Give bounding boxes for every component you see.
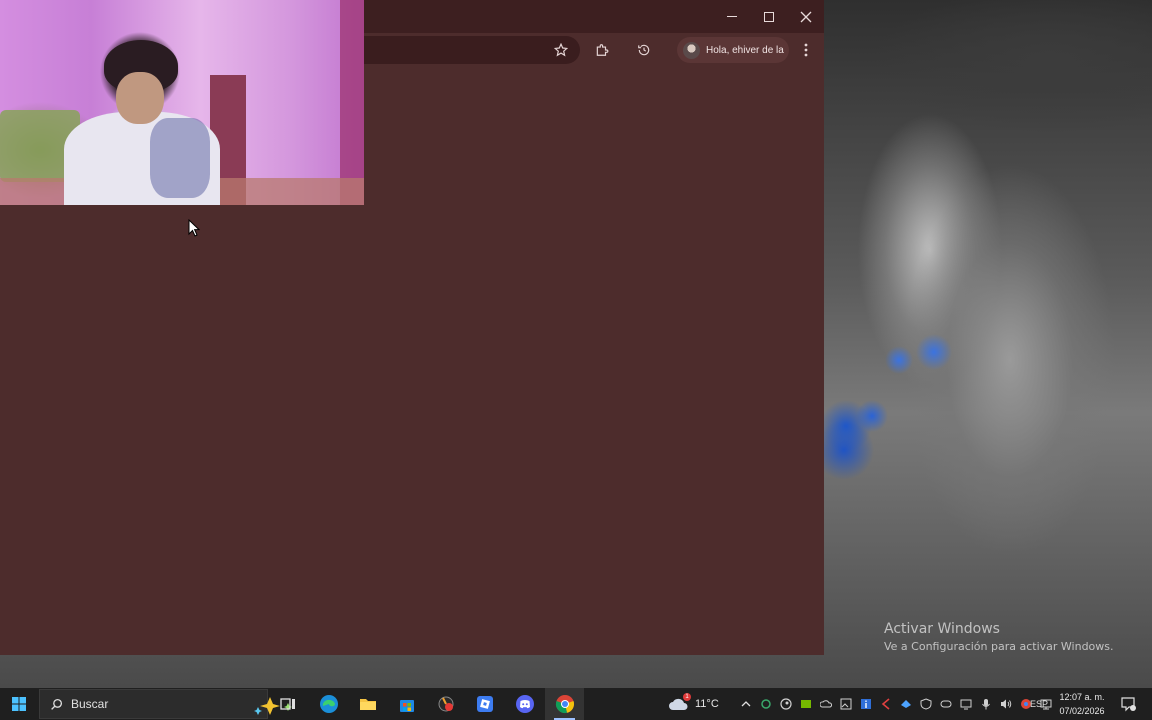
microphone-button[interactable] [978, 696, 994, 712]
tray-app-2[interactable] [778, 696, 794, 712]
microsoft-store-app-button[interactable] [387, 688, 426, 720]
edge-app-button[interactable] [309, 688, 348, 720]
taskbar-clock[interactable]: 12:07 a. m. 07/02/2026 [1056, 689, 1108, 719]
tray-app-11[interactable] [958, 696, 974, 712]
roblox-studio-app-button[interactable] [465, 688, 504, 720]
task-view-icon [279, 698, 295, 710]
folder-icon [359, 699, 376, 710]
chevron-up-icon [741, 701, 751, 707]
file-explorer-app-button[interactable] [348, 688, 387, 720]
tray-app-5[interactable] [838, 696, 854, 712]
red-arrow-icon [881, 698, 890, 710]
profile-button[interactable]: Hola, ehiver de la [677, 37, 789, 63]
info-icon [861, 699, 871, 709]
webcam-wall [340, 0, 364, 205]
edge-icon [319, 695, 338, 713]
input-language-indicator[interactable]: ESP [1030, 688, 1048, 720]
maximize-button[interactable] [750, 0, 787, 33]
green-circle-icon [761, 699, 771, 709]
maximize-icon [763, 11, 774, 22]
star-icon [554, 43, 568, 57]
tray-app-8[interactable] [898, 696, 914, 712]
weather-widget[interactable]: 1 11°C [668, 688, 728, 720]
close-button[interactable] [787, 0, 824, 33]
store-bag-icon [399, 700, 414, 712]
profile-label: Hola, ehiver de la [706, 44, 784, 56]
steam-icon [780, 698, 792, 710]
onedrive-icon [820, 700, 832, 708]
browser-menu-button[interactable] [794, 38, 818, 62]
monitor-icon [960, 699, 972, 710]
roblox-studio-icon [476, 696, 493, 712]
chrome-icon [555, 695, 574, 714]
system-tray [738, 688, 1054, 720]
weather-alert-badge: 1 [683, 693, 691, 701]
tray-app-4[interactable] [818, 696, 834, 712]
bookmark-star-button[interactable] [549, 38, 573, 62]
blue-bird-icon [901, 700, 911, 708]
wallpaper-blue-splash [824, 330, 974, 480]
volume-button[interactable] [998, 696, 1014, 712]
webcam-overlay [0, 0, 364, 205]
discord-app-button[interactable] [505, 688, 544, 720]
show-hidden-icons-button[interactable] [738, 696, 754, 712]
activate-windows-subtitle: Ve a Configuración para activar Windows. [884, 640, 1114, 653]
profile-avatar [683, 41, 700, 59]
mouse-cursor-icon [188, 219, 200, 237]
tray-app-9[interactable] [918, 696, 934, 712]
discord-icon [515, 695, 534, 713]
minimize-button[interactable] [713, 0, 750, 33]
webcam-person-face [116, 72, 164, 124]
clock-time: 12:07 a. m. [1059, 692, 1105, 702]
tray-app-3[interactable] [798, 696, 814, 712]
activate-windows-watermark: Activar Windows Ve a Configuración para … [884, 621, 1114, 653]
taskbar: Buscar 1 11°C ESP 12:07 a. m. 07/02/2026 [0, 688, 1152, 720]
speaker-icon [1001, 699, 1012, 709]
pinned-app-button[interactable] [426, 688, 465, 720]
tray-app-6[interactable] [858, 696, 874, 712]
history-icon [638, 44, 650, 56]
chrome-app-button[interactable] [545, 688, 584, 720]
address-bar[interactable] [364, 36, 580, 64]
tray-app-1[interactable] [758, 696, 774, 712]
clock-date: 07/02/2026 [1059, 706, 1105, 716]
notification-icon [1121, 697, 1136, 712]
extensions-button[interactable] [590, 38, 614, 62]
close-icon [800, 11, 811, 22]
windows-logo-icon [12, 697, 26, 711]
weather-temperature: 11°C [695, 698, 719, 710]
tray-app-10[interactable] [938, 696, 954, 712]
extensions-icon [596, 44, 609, 56]
notification-center-button[interactable] [1117, 688, 1139, 720]
nvidia-icon [801, 700, 811, 708]
microphone-icon [982, 699, 990, 710]
minimize-icon [726, 16, 737, 17]
search-placeholder: Buscar [71, 697, 109, 711]
gamepad-icon [940, 700, 952, 708]
activate-windows-title: Activar Windows [884, 621, 1000, 637]
task-view-button[interactable] [268, 688, 307, 720]
taskbar-search[interactable]: Buscar [39, 689, 292, 719]
photos-icon [840, 698, 852, 710]
tray-app-7[interactable] [878, 696, 894, 712]
start-button[interactable] [0, 688, 38, 720]
webcam-shirt-pattern [150, 118, 210, 198]
more-menu-icon [804, 43, 808, 57]
history-button[interactable] [632, 38, 656, 62]
search-icon [51, 698, 63, 710]
shield-icon [920, 698, 932, 710]
app-red-dot-icon [438, 696, 453, 712]
